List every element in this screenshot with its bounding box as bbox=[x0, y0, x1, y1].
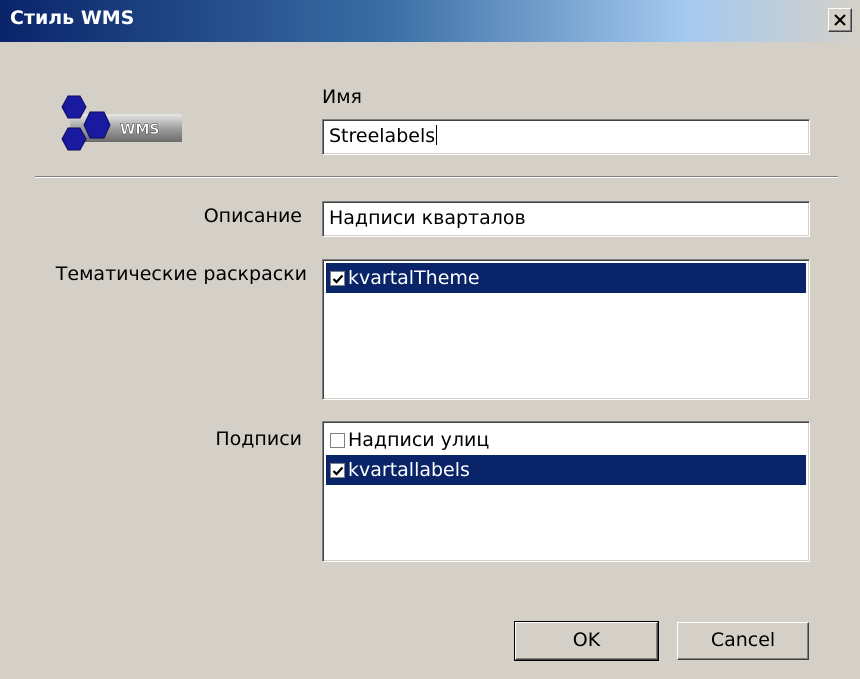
name-value: Streelabels bbox=[329, 125, 436, 147]
checkbox-kvartaltheme[interactable] bbox=[330, 270, 345, 286]
window-title: Стиль WMS bbox=[10, 7, 135, 29]
description-value: Надписи кварталов bbox=[329, 207, 526, 229]
logo-text: WMS bbox=[120, 122, 159, 138]
themes-list[interactable]: kvartalTheme bbox=[322, 259, 810, 400]
list-item-kvartallabels[interactable]: kvartallabels bbox=[326, 455, 806, 485]
title-bar: Стиль WMS bbox=[0, 0, 860, 42]
text-caret bbox=[436, 125, 438, 145]
list-item-street-labels[interactable]: Надписи улиц bbox=[326, 425, 806, 455]
labels-label: Подписи bbox=[215, 428, 302, 450]
cancel-button[interactable]: Cancel bbox=[677, 622, 809, 660]
separator bbox=[35, 176, 838, 178]
close-button[interactable] bbox=[828, 8, 852, 32]
labels-list[interactable]: Надписи улиц kvartallabels bbox=[322, 421, 810, 562]
list-item-label: kvartalTheme bbox=[348, 267, 480, 289]
themes-label: Тематические раскраски bbox=[55, 263, 307, 285]
checkbox-kvartallabels[interactable] bbox=[330, 462, 345, 478]
list-item-kvartaltheme[interactable]: kvartalTheme bbox=[326, 263, 806, 293]
checkmark-icon bbox=[332, 466, 344, 476]
ok-button[interactable]: OK bbox=[514, 621, 659, 661]
checkmark-icon bbox=[332, 274, 344, 284]
list-item-label: Надписи улиц bbox=[348, 429, 490, 451]
list-item-label: kvartallabels bbox=[348, 459, 470, 481]
name-input[interactable]: Streelabels bbox=[322, 119, 810, 155]
wms-logo: WMS bbox=[50, 92, 190, 162]
name-label: Имя bbox=[322, 86, 362, 108]
close-icon bbox=[834, 14, 846, 26]
description-label: Описание bbox=[203, 205, 302, 227]
description-input[interactable]: Надписи кварталов bbox=[322, 201, 810, 237]
checkbox-street-labels[interactable] bbox=[330, 432, 345, 448]
